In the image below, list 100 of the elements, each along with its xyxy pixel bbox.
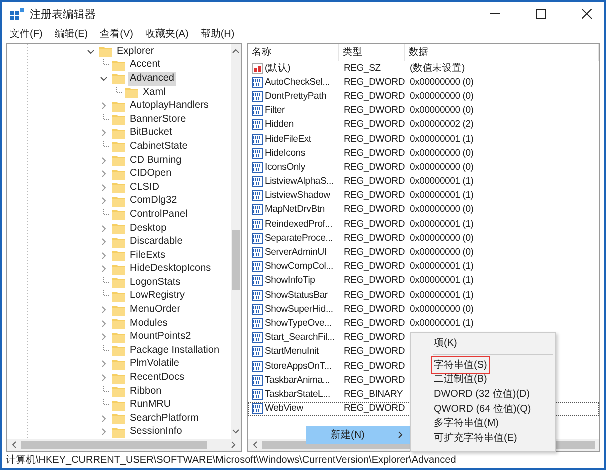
value-data: 0x00000001 (1)	[409, 318, 475, 329]
binary-value-icon	[252, 204, 263, 216]
tree-item[interactable]: ComDlg32	[128, 194, 180, 208]
value-name: ShowTypeOve...	[265, 318, 332, 329]
binary-value-icon	[252, 176, 263, 188]
value-name: (默认)	[265, 62, 291, 75]
menu-item[interactable]: 编辑(E)	[54, 27, 88, 41]
tree-item[interactable]: Xaml	[141, 86, 168, 100]
tree-item[interactable]: LogonStats	[128, 276, 183, 290]
tree-item[interactable]: CD Burning	[128, 154, 184, 168]
binary-value-icon	[252, 76, 263, 88]
scroll-up-icon[interactable]	[232, 48, 240, 54]
tree-item[interactable]: CabinetState	[128, 140, 190, 154]
value-name: Filter	[265, 105, 285, 116]
tree-item[interactable]: SearchPlatform	[128, 412, 201, 426]
tree-item[interactable]: PlmVolatile	[128, 357, 182, 372]
value-name: StoreAppsOnT...	[265, 360, 332, 372]
scroll-left-icon[interactable]	[11, 441, 17, 449]
value-type: REG_BINARY	[343, 388, 404, 400]
tree-item[interactable]: FileExts	[128, 248, 168, 263]
scroll-right-icon[interactable]	[231, 441, 237, 449]
tree-item[interactable]: Modules	[128, 316, 170, 331]
tree-item[interactable]: Advanced	[128, 72, 176, 86]
menu-item[interactable]: 帮助(H)	[200, 27, 235, 41]
tree-item[interactable]: SessionInfo	[128, 425, 184, 439]
folder-icon	[112, 196, 125, 207]
vertical-scrollbar[interactable]	[231, 44, 241, 439]
scroll-thumb[interactable]	[232, 230, 240, 290]
value-name: Start_SearchFil...	[265, 332, 335, 344]
column-header[interactable]: 类型	[339, 44, 405, 61]
tree-item[interactable]: CIDOpen	[128, 167, 174, 182]
value-type: REG_DWORD	[343, 318, 406, 329]
tree-item[interactable]: Ribbon	[128, 384, 164, 399]
binary-value-icon	[252, 162, 263, 173]
binary-value-icon	[252, 318, 263, 329]
scroll-down-icon[interactable]	[232, 429, 240, 435]
folder-icon	[112, 223, 125, 234]
value-data: 0x00000001 (1)	[409, 261, 475, 272]
menu-item[interactable]: 收藏夹(A)	[145, 27, 189, 41]
tree-item[interactable]: CLSID	[128, 180, 162, 195]
binary-value-icon	[252, 374, 263, 386]
tree-item[interactable]: Discardable	[128, 235, 185, 250]
tree-item[interactable]: MenuOrder	[128, 303, 183, 318]
tree-item[interactable]: Desktop	[128, 222, 169, 236]
folder-icon	[112, 358, 125, 370]
tree-item[interactable]: LowRegistry	[128, 289, 188, 304]
tree-item[interactable]: MountPoints2	[128, 330, 194, 344]
folder-icon	[112, 128, 125, 139]
value-data: 0x00000000 (0)	[409, 105, 475, 116]
value-data: 0x00000001 (1)	[409, 134, 475, 145]
value-name: TaskbarAnima...	[265, 374, 330, 386]
binary-value-icon	[252, 218, 263, 230]
string-value-icon	[252, 62, 263, 74]
folder-icon	[112, 236, 125, 248]
horizontal-scrollbar[interactable]	[7, 439, 241, 451]
binary-value-icon	[252, 247, 263, 258]
column-header[interactable]: 名称	[248, 44, 339, 61]
value-name: ShowStatusBar	[265, 290, 328, 301]
folder-icon	[99, 46, 112, 58]
tree-item[interactable]: RunMRU	[128, 398, 174, 412]
menu-item[interactable]: 新建(N)	[306, 426, 410, 444]
value-type: REG_DWORD	[343, 162, 406, 173]
value-type: REG_DWORD	[343, 403, 406, 414]
tree-item[interactable]: ControlPanel	[128, 208, 190, 222]
tree-item[interactable]: BitBucket	[128, 126, 174, 140]
scroll-left-icon[interactable]	[252, 441, 258, 449]
scroll-thumb[interactable]	[21, 441, 207, 449]
value-type: REG_DWORD	[343, 119, 406, 130]
maximize-icon[interactable]	[536, 9, 546, 19]
value-name: ShowSuperHid...	[265, 304, 334, 315]
submenu-item[interactable]: 字符串值(S)	[431, 356, 490, 374]
folder-icon	[112, 60, 125, 71]
tree-item[interactable]: Accent	[128, 58, 163, 72]
tree-item[interactable]: RecentDocs	[128, 371, 186, 386]
close-icon[interactable]	[582, 9, 592, 19]
folder-icon	[112, 100, 125, 112]
folder-icon	[112, 277, 125, 288]
folder-icon	[112, 182, 125, 194]
binary-value-icon	[252, 148, 263, 159]
submenu-item[interactable]: 项(K)	[431, 334, 460, 352]
value-type: REG_DWORD	[343, 134, 406, 145]
tree-item[interactable]: BannerStore	[128, 112, 188, 127]
tree-item[interactable]: Explorer	[115, 44, 156, 59]
binary-value-icon	[252, 105, 263, 116]
value-name: Hidden	[265, 119, 294, 130]
value-name: WebView	[265, 403, 304, 414]
tree-item[interactable]: Package Installation	[128, 344, 222, 358]
column-header[interactable]: 数据	[405, 44, 599, 61]
value-name: MapNetDrvBtn	[265, 204, 325, 216]
value-name: StartMenuInit	[265, 346, 319, 358]
folder-icon	[112, 345, 125, 356]
tree-item[interactable]: HideDesktopIcons	[128, 262, 214, 276]
menu-item[interactable]: 文件(F)	[10, 27, 43, 41]
value-type: REG_SZ	[343, 62, 382, 74]
value-type: REG_DWORD	[343, 176, 406, 188]
value-data: (数值未设置)	[409, 62, 466, 75]
tree-item[interactable]: AutoplayHandlers	[128, 99, 211, 114]
value-type: REG_DWORD	[343, 360, 406, 372]
value-data: 0x00000001 (1)	[409, 218, 475, 230]
menu-item[interactable]: 查看(V)	[100, 27, 134, 41]
